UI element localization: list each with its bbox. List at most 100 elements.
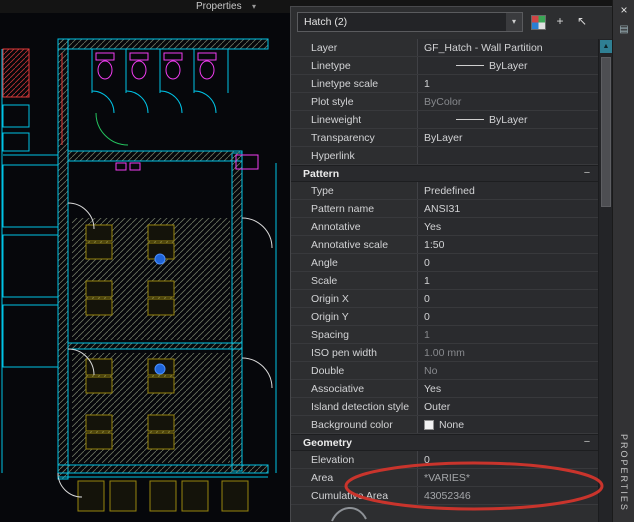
- property-label: Origin Y: [311, 310, 349, 323]
- property-value-text: ByLayer: [489, 113, 528, 126]
- property-value[interactable]: Yes: [417, 380, 599, 397]
- property-row: Spacing 1: [291, 326, 599, 344]
- palette-titlebar: × ▤ PROPERTIES: [612, 0, 634, 522]
- property-value[interactable]: Yes: [417, 218, 599, 235]
- property-row: Plot style ByColor: [291, 93, 599, 111]
- chevron-down-icon[interactable]: ▾: [252, 0, 256, 13]
- select-objects-icon[interactable]: ↖: [573, 12, 591, 30]
- scrollbar[interactable]: ▲: [598, 39, 612, 522]
- section-title: Pattern: [303, 167, 340, 180]
- property-row: Layer GF_Hatch - Wall Partition: [291, 39, 599, 57]
- property-row: Associative Yes: [291, 380, 599, 398]
- property-row: ISO pen width 1.00 mm: [291, 344, 599, 362]
- property-row: Linetype ByLayer: [291, 57, 599, 75]
- property-value[interactable]: Predefined: [417, 182, 599, 199]
- property-value[interactable]: 0: [417, 308, 599, 325]
- property-label: Annotative: [311, 220, 361, 233]
- property-value[interactable]: ByColor: [417, 93, 599, 110]
- pickadd-toggle-icon[interactable]: +: [551, 12, 569, 30]
- property-label: Area: [311, 471, 334, 484]
- property-row: Type Predefined: [291, 182, 599, 200]
- property-value[interactable]: GF_Hatch - Wall Partition: [417, 39, 599, 56]
- property-row: Annotative Yes: [291, 218, 599, 236]
- property-value[interactable]: 1:50: [417, 236, 599, 253]
- property-row: Island detection style Outer: [291, 398, 599, 416]
- chevron-down-icon[interactable]: ▾: [506, 13, 522, 31]
- scrollbar-thumb[interactable]: [601, 57, 611, 207]
- color-swatch-icon: [424, 419, 434, 430]
- property-label: Hyperlink: [311, 149, 355, 162]
- close-icon[interactable]: ×: [613, 3, 635, 17]
- property-label: Pattern name: [311, 202, 375, 215]
- property-value[interactable]: 0: [417, 290, 599, 307]
- property-value-text: None: [439, 418, 465, 431]
- property-label: Angle: [311, 256, 338, 269]
- property-row: Transparency ByLayer: [291, 129, 599, 147]
- cad-drawing-canvas[interactable]: [0, 13, 290, 522]
- object-type-dropdown[interactable]: Hatch (2) ▾: [297, 12, 523, 32]
- left-rooms[interactable]: [1, 49, 59, 473]
- property-value[interactable]: No: [417, 362, 599, 379]
- property-value[interactable]: ByLayer: [417, 129, 599, 146]
- property-value[interactable]: Outer: [417, 398, 599, 415]
- property-row: Origin Y 0: [291, 308, 599, 326]
- property-value[interactable]: 1: [417, 272, 599, 289]
- property-label: ISO pen width: [311, 346, 377, 359]
- property-row: Origin X 0: [291, 290, 599, 308]
- property-value[interactable]: ByLayer: [417, 57, 599, 74]
- property-row: Scale 1: [291, 272, 599, 290]
- autocad-screen: Properties ▾ Hatch (2) ▾ + ↖ Layer GF_Ha…: [0, 0, 639, 522]
- collapse-icon[interactable]: −: [581, 435, 593, 450]
- screenshot-edge: [634, 0, 639, 522]
- palette-tab-properties[interactable]: PROPERTIES: [619, 434, 629, 512]
- property-label: Island detection style: [311, 400, 410, 413]
- section-header-geometry[interactable]: Geometry −: [291, 434, 599, 451]
- property-value[interactable]: 0: [417, 451, 599, 468]
- property-label: Background color: [311, 418, 393, 431]
- property-grid: Layer GF_Hatch - Wall Partition Linetype…: [291, 39, 599, 505]
- property-label: Layer: [311, 41, 338, 54]
- property-label: Scale: [311, 274, 338, 287]
- property-value[interactable]: 1.00 mm: [417, 344, 599, 361]
- property-row: Pattern name ANSI31: [291, 200, 599, 218]
- property-row: Area *VARIES*: [291, 469, 599, 487]
- property-label: Plot style: [311, 95, 354, 108]
- object-type-value: Hatch (2): [304, 16, 348, 28]
- area-value[interactable]: *VARIES*: [417, 469, 599, 486]
- property-row: Lineweight ByLayer: [291, 111, 599, 129]
- property-value[interactable]: ByLayer: [417, 111, 599, 128]
- property-row: Angle 0: [291, 254, 599, 272]
- property-value[interactable]: 1: [417, 326, 599, 343]
- property-label: Origin X: [311, 292, 349, 305]
- property-label: Transparency: [311, 131, 375, 144]
- linetype-sample-icon: [456, 65, 484, 66]
- property-label: Linetype: [311, 59, 351, 72]
- property-value[interactable]: 0: [417, 254, 599, 271]
- property-row: Hyperlink: [291, 147, 599, 165]
- property-label: Cumulative Area: [311, 489, 389, 502]
- section-header-pattern[interactable]: Pattern −: [291, 165, 599, 182]
- toolbar-title[interactable]: Properties: [196, 0, 242, 13]
- property-row: Cumulative Area 43052346: [291, 487, 599, 505]
- autohide-icon[interactable]: ▤: [613, 24, 635, 35]
- property-label: Linetype scale: [311, 77, 379, 90]
- property-row: Annotative scale 1:50: [291, 236, 599, 254]
- property-label: Type: [311, 184, 334, 197]
- cumulative-area-value[interactable]: 43052346: [417, 487, 599, 504]
- property-value[interactable]: None: [417, 416, 599, 433]
- properties-palette: Hatch (2) ▾ + ↖ Layer GF_Hatch - Wall Pa…: [290, 6, 612, 522]
- property-row: Linetype scale 1: [291, 75, 599, 93]
- property-row: Background color None: [291, 416, 599, 434]
- property-value-text: ByLayer: [489, 59, 528, 72]
- property-label: Elevation: [311, 453, 355, 466]
- quick-select-icon[interactable]: [531, 15, 546, 30]
- scroll-up-button[interactable]: ▲: [600, 40, 612, 53]
- property-label: Lineweight: [311, 113, 362, 126]
- property-value[interactable]: ANSI31: [417, 200, 599, 217]
- property-label: Spacing: [311, 328, 349, 341]
- floor-plan[interactable]: [0, 13, 290, 522]
- property-value[interactable]: [417, 147, 599, 164]
- property-value[interactable]: 1: [417, 75, 599, 92]
- collapse-icon[interactable]: −: [581, 166, 593, 181]
- red-room[interactable]: [2, 48, 63, 145]
